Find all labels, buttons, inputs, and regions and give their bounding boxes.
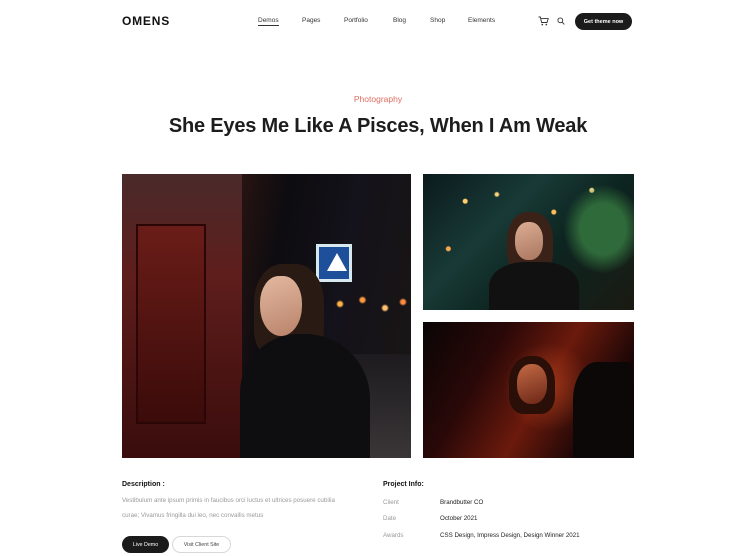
info-value: Brandbutter CO [440, 499, 484, 506]
photo-plant [563, 184, 634, 274]
nav-item-portfolio[interactable]: Portfolio [344, 17, 368, 24]
info-value: CSS Design, Impress Design, Design Winne… [440, 532, 580, 539]
site-logo[interactable]: OMENS [122, 14, 170, 28]
post-category[interactable]: Photography [0, 94, 756, 104]
cart-icon[interactable] [538, 16, 549, 26]
get-theme-button[interactable]: Get theme now [575, 13, 632, 30]
visit-client-site-button[interactable]: Visit Client Site [172, 536, 231, 553]
person-face [260, 276, 302, 336]
info-key: Awards [383, 532, 404, 539]
photo-door [136, 224, 206, 424]
info-row-awards: Awards CSS Design, Impress Design, Desig… [383, 532, 643, 544]
nav-item-demos[interactable]: Demos [258, 17, 279, 26]
nav-item-elements[interactable]: Elements [468, 17, 495, 24]
project-info-heading: Project Info: [383, 481, 424, 488]
crosswalk-sign [316, 244, 352, 282]
info-row-client: Client Brandbutter CO [383, 499, 643, 511]
description-heading: Description : [122, 481, 165, 488]
search-icon[interactable] [557, 17, 565, 25]
description-text: Vestibulum ante ipsum primis in faucibus… [122, 497, 335, 519]
info-row-date: Date October 2021 [383, 515, 643, 527]
page-title: She Eyes Me Like A Pisces, When I Am Wea… [168, 115, 588, 137]
nav-item-pages[interactable]: Pages [302, 17, 320, 24]
person-face [515, 222, 543, 260]
nav-item-shop[interactable]: Shop [430, 17, 445, 24]
info-value: October 2021 [440, 515, 478, 522]
person-face [517, 364, 547, 404]
photo-bokeh-lights [322, 284, 411, 324]
nav-item-blog[interactable]: Blog [393, 17, 406, 24]
site-header: OMENS Demos Pages Portfolio Blog Shop El… [0, 0, 756, 44]
person-body [240, 334, 370, 458]
person-body [489, 262, 579, 310]
info-key: Date [383, 515, 397, 522]
gallery-image-main[interactable] [122, 174, 411, 458]
live-demo-button[interactable]: Live Demo [122, 536, 169, 553]
gallery-image-top-right[interactable] [423, 174, 634, 310]
car-seat [573, 362, 633, 458]
gallery-image-bottom-right[interactable] [423, 322, 634, 458]
info-key: Client [383, 499, 399, 506]
